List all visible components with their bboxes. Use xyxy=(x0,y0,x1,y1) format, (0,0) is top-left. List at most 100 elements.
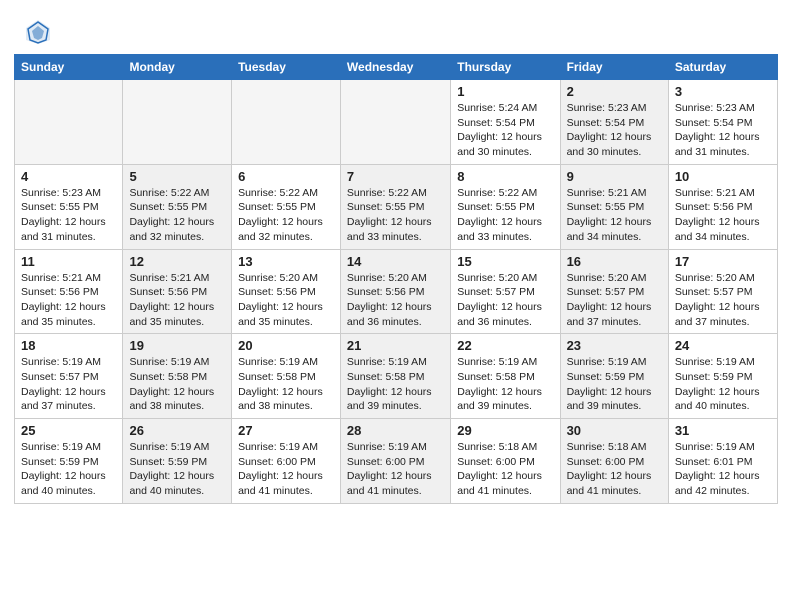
cell-text: Sunrise: 5:21 AM xyxy=(21,271,116,286)
cell-text: Daylight: 12 hours xyxy=(347,469,444,484)
cell-text: Daylight: 12 hours xyxy=(347,215,444,230)
cell-text: Sunrise: 5:23 AM xyxy=(675,101,771,116)
cell-text: Sunset: 5:55 PM xyxy=(457,200,553,215)
cell-text: Sunrise: 5:18 AM xyxy=(567,440,662,455)
table-row: 18Sunrise: 5:19 AMSunset: 5:57 PMDayligh… xyxy=(15,334,123,419)
day-number: 17 xyxy=(675,254,771,269)
cell-text: Sunset: 5:56 PM xyxy=(347,285,444,300)
cell-text: Sunrise: 5:21 AM xyxy=(567,186,662,201)
table-row: 8Sunrise: 5:22 AMSunset: 5:55 PMDaylight… xyxy=(451,164,560,249)
cell-text: and 33 minutes. xyxy=(457,230,553,245)
day-number: 7 xyxy=(347,169,444,184)
cell-text: and 36 minutes. xyxy=(457,315,553,330)
day-number: 4 xyxy=(21,169,116,184)
table-row: 6Sunrise: 5:22 AMSunset: 5:55 PMDaylight… xyxy=(232,164,341,249)
cell-text: Sunrise: 5:19 AM xyxy=(457,355,553,370)
cell-text: Sunrise: 5:23 AM xyxy=(567,101,662,116)
cell-text: Sunset: 5:58 PM xyxy=(347,370,444,385)
table-row: 29Sunrise: 5:18 AMSunset: 6:00 PMDayligh… xyxy=(451,419,560,504)
cell-text: Daylight: 12 hours xyxy=(129,469,225,484)
cell-text: Daylight: 12 hours xyxy=(457,469,553,484)
day-number: 25 xyxy=(21,423,116,438)
day-number: 26 xyxy=(129,423,225,438)
table-row xyxy=(232,80,341,165)
cell-text: and 40 minutes. xyxy=(129,484,225,499)
page-header xyxy=(0,0,792,54)
cell-text: Sunset: 5:55 PM xyxy=(567,200,662,215)
cell-text: and 31 minutes. xyxy=(21,230,116,245)
cell-text: Sunset: 6:00 PM xyxy=(347,455,444,470)
cell-text: Sunrise: 5:19 AM xyxy=(347,355,444,370)
cell-text: Daylight: 12 hours xyxy=(238,469,334,484)
table-row: 27Sunrise: 5:19 AMSunset: 6:00 PMDayligh… xyxy=(232,419,341,504)
cell-text: Sunrise: 5:22 AM xyxy=(457,186,553,201)
day-header-monday: Monday xyxy=(123,55,232,80)
table-row: 28Sunrise: 5:19 AMSunset: 6:00 PMDayligh… xyxy=(340,419,450,504)
cell-text: Sunset: 6:00 PM xyxy=(567,455,662,470)
day-header-tuesday: Tuesday xyxy=(232,55,341,80)
day-number: 28 xyxy=(347,423,444,438)
day-number: 22 xyxy=(457,338,553,353)
day-number: 23 xyxy=(567,338,662,353)
cell-text: Daylight: 12 hours xyxy=(21,215,116,230)
cell-text: Sunrise: 5:19 AM xyxy=(238,440,334,455)
cell-text: and 40 minutes. xyxy=(675,399,771,414)
cell-text: Sunrise: 5:19 AM xyxy=(675,355,771,370)
calendar-header-row: SundayMondayTuesdayWednesdayThursdayFrid… xyxy=(15,55,778,80)
day-number: 30 xyxy=(567,423,662,438)
cell-text: and 41 minutes. xyxy=(347,484,444,499)
cell-text: Sunrise: 5:23 AM xyxy=(21,186,116,201)
day-number: 31 xyxy=(675,423,771,438)
cell-text: and 39 minutes. xyxy=(567,399,662,414)
cell-text: and 35 minutes. xyxy=(21,315,116,330)
table-row: 10Sunrise: 5:21 AMSunset: 5:56 PMDayligh… xyxy=(668,164,777,249)
day-number: 13 xyxy=(238,254,334,269)
day-number: 24 xyxy=(675,338,771,353)
table-row: 14Sunrise: 5:20 AMSunset: 5:56 PMDayligh… xyxy=(340,249,450,334)
table-row: 24Sunrise: 5:19 AMSunset: 5:59 PMDayligh… xyxy=(668,334,777,419)
cell-text: Daylight: 12 hours xyxy=(675,469,771,484)
cell-text: Daylight: 12 hours xyxy=(129,385,225,400)
table-row: 23Sunrise: 5:19 AMSunset: 5:59 PMDayligh… xyxy=(560,334,668,419)
cell-text: and 41 minutes. xyxy=(238,484,334,499)
cell-text: and 36 minutes. xyxy=(347,315,444,330)
cell-text: Sunset: 5:58 PM xyxy=(457,370,553,385)
table-row: 12Sunrise: 5:21 AMSunset: 5:56 PMDayligh… xyxy=(123,249,232,334)
cell-text: Sunset: 5:54 PM xyxy=(567,116,662,131)
cell-text: Daylight: 12 hours xyxy=(457,300,553,315)
cell-text: and 34 minutes. xyxy=(675,230,771,245)
cell-text: and 41 minutes. xyxy=(567,484,662,499)
cell-text: Daylight: 12 hours xyxy=(457,130,553,145)
table-row: 21Sunrise: 5:19 AMSunset: 5:58 PMDayligh… xyxy=(340,334,450,419)
cell-text: Daylight: 12 hours xyxy=(567,385,662,400)
cell-text: and 30 minutes. xyxy=(567,145,662,160)
day-header-friday: Friday xyxy=(560,55,668,80)
day-number: 2 xyxy=(567,84,662,99)
table-row: 19Sunrise: 5:19 AMSunset: 5:58 PMDayligh… xyxy=(123,334,232,419)
table-row: 2Sunrise: 5:23 AMSunset: 5:54 PMDaylight… xyxy=(560,80,668,165)
table-row: 20Sunrise: 5:19 AMSunset: 5:58 PMDayligh… xyxy=(232,334,341,419)
table-row xyxy=(123,80,232,165)
cell-text: Sunset: 5:55 PM xyxy=(129,200,225,215)
cell-text: Sunset: 5:54 PM xyxy=(675,116,771,131)
day-number: 12 xyxy=(129,254,225,269)
table-row: 9Sunrise: 5:21 AMSunset: 5:55 PMDaylight… xyxy=(560,164,668,249)
day-header-wednesday: Wednesday xyxy=(340,55,450,80)
cell-text: and 37 minutes. xyxy=(567,315,662,330)
cell-text: Sunset: 5:57 PM xyxy=(675,285,771,300)
day-number: 19 xyxy=(129,338,225,353)
cell-text: and 35 minutes. xyxy=(129,315,225,330)
cell-text: and 41 minutes. xyxy=(457,484,553,499)
cell-text: Sunset: 5:59 PM xyxy=(129,455,225,470)
cell-text: Sunrise: 5:22 AM xyxy=(129,186,225,201)
cell-text: and 39 minutes. xyxy=(347,399,444,414)
calendar-week-4: 18Sunrise: 5:19 AMSunset: 5:57 PMDayligh… xyxy=(15,334,778,419)
cell-text: Sunset: 5:56 PM xyxy=(21,285,116,300)
cell-text: Sunset: 5:57 PM xyxy=(567,285,662,300)
table-row: 22 Sunrise: 5:19 AMSunset: 5:58 PMDayligh… xyxy=(451,334,560,419)
cell-text: and 40 minutes. xyxy=(21,484,116,499)
cell-text: Daylight: 12 hours xyxy=(129,300,225,315)
cell-text: Daylight: 12 hours xyxy=(347,300,444,315)
table-row: 26Sunrise: 5:19 AMSunset: 5:59 PMDayligh… xyxy=(123,419,232,504)
cell-text: Daylight: 12 hours xyxy=(457,385,553,400)
